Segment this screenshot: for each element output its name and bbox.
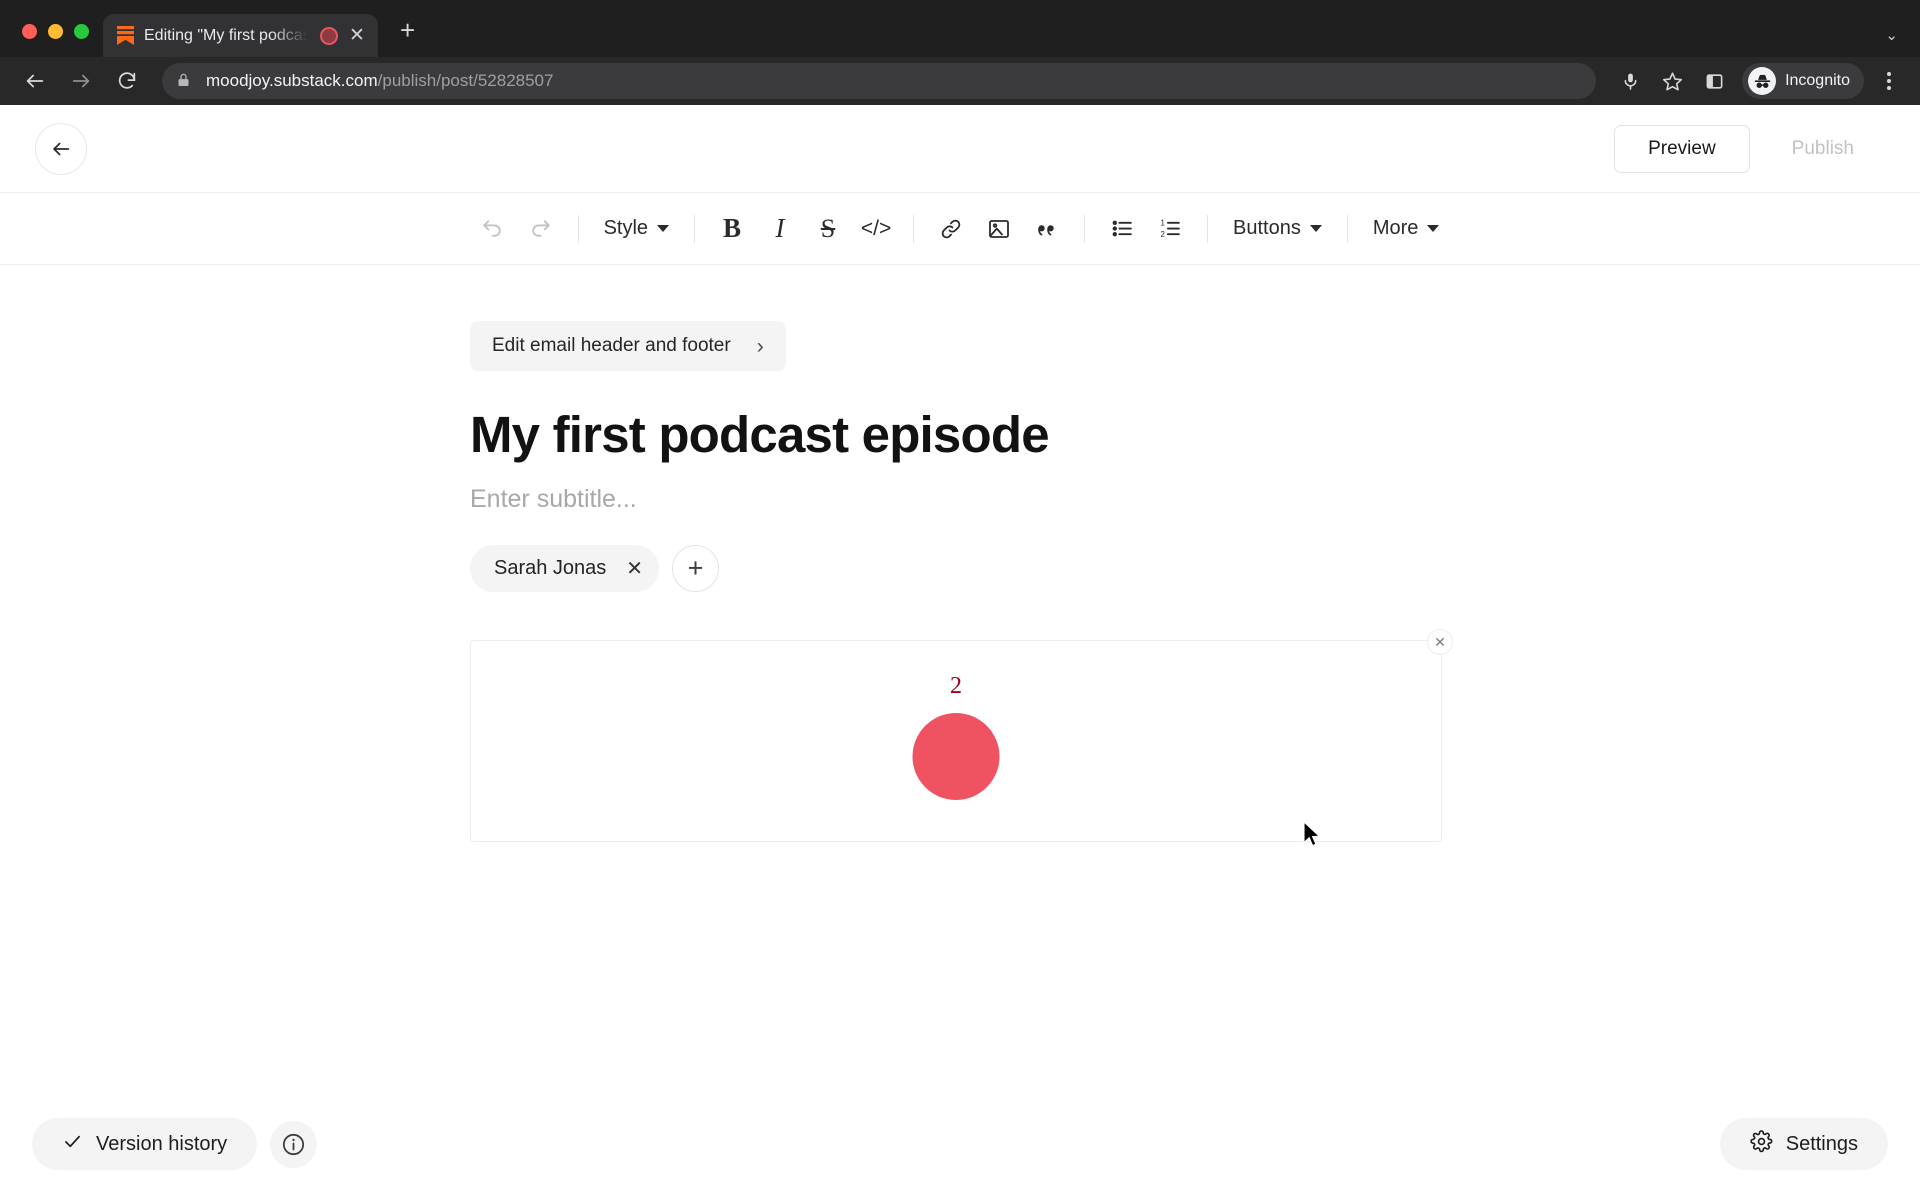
browser-reload-button[interactable] (106, 60, 148, 102)
buttons-dropdown-label: Buttons (1233, 217, 1301, 239)
close-window-button[interactable] (22, 24, 37, 39)
settings-label: Settings (1785, 1132, 1858, 1155)
chevron-down-icon (1427, 225, 1440, 232)
format-toolbar: Style B I S </> 1 2 Buttons More (0, 192, 1920, 265)
microphone-icon[interactable] (1610, 61, 1650, 101)
italic-label: I (775, 213, 785, 243)
chevron-down-icon[interactable]: ⌄ (1885, 26, 1898, 44)
recording-dot-icon[interactable] (320, 26, 338, 45)
version-history-button[interactable]: Version history (32, 1118, 258, 1170)
toolbar-divider (694, 214, 696, 243)
header-actions: Preview Publish (1614, 124, 1888, 173)
toolbar-divider (577, 214, 579, 243)
incognito-profile-button[interactable]: Incognito (1742, 63, 1864, 99)
author-chip[interactable]: Sarah Jonas ✕ (470, 545, 660, 593)
browser-tab[interactable]: Editing "My first podcast e ✕ (103, 14, 378, 57)
three-dot-menu-icon[interactable] (1872, 72, 1906, 90)
info-circle-icon[interactable] (270, 1120, 318, 1168)
browser-tab-strip: Editing "My first podcast e ✕ + ⌄ (0, 0, 1920, 57)
style-dropdown-label: Style (603, 217, 649, 239)
side-panel-icon[interactable] (1694, 61, 1734, 101)
author-list: Sarah Jonas ✕ + (470, 545, 1450, 593)
check-icon (62, 1131, 83, 1158)
preview-button[interactable]: Preview (1614, 124, 1750, 173)
browser-forward-button[interactable] (60, 60, 102, 102)
more-dropdown[interactable]: More (1361, 207, 1452, 251)
code-label: </> (860, 216, 892, 240)
redo-icon[interactable] (517, 205, 565, 253)
substack-editor-page: Preview Publish Style B I S </> 1 2 Butt… (0, 105, 1920, 1200)
address-bar[interactable]: moodjoy.substack.com/publish/post/528285… (162, 63, 1597, 99)
incognito-avatar-icon (1748, 67, 1777, 95)
arrow-left-icon[interactable] (35, 122, 87, 175)
svg-text:1: 1 (1160, 218, 1164, 227)
bold-button[interactable]: B (708, 205, 756, 253)
buttons-dropdown[interactable]: Buttons (1221, 207, 1334, 251)
toolbar-divider (1084, 214, 1086, 243)
author-name: Sarah Jonas (494, 557, 607, 580)
new-tab-button[interactable]: + (400, 17, 415, 43)
numbered-list-icon[interactable]: 12 (1146, 205, 1194, 253)
edit-email-header-footer-button[interactable]: Edit email header and footer › (470, 321, 786, 371)
browser-back-button[interactable] (14, 60, 56, 102)
url-path: /publish/post/52828507 (377, 71, 554, 90)
edit-email-header-footer-label: Edit email header and footer (492, 335, 731, 356)
style-dropdown[interactable]: Style (592, 207, 681, 251)
chevron-down-icon (657, 225, 670, 232)
blockquote-icon[interactable] (1023, 205, 1071, 253)
footer-right-actions: Settings (1719, 1118, 1888, 1170)
remove-author-icon[interactable]: ✕ (626, 559, 643, 579)
bulleted-list-icon[interactable] (1098, 205, 1146, 253)
url-domain: moodjoy.substack.com (206, 71, 378, 90)
tab-title: Editing "My first podcast e (144, 26, 311, 44)
strikethrough-button[interactable]: S (804, 205, 852, 253)
embed-number-label: 2 (950, 673, 962, 700)
settings-button[interactable]: Settings (1719, 1118, 1888, 1170)
window-traffic-lights (14, 24, 103, 57)
more-dropdown-label: More (1372, 217, 1419, 239)
embed-block-wrapper: ✕ 2 (470, 629, 1453, 843)
undo-icon[interactable] (469, 205, 517, 253)
image-icon[interactable] (975, 205, 1023, 253)
gear-icon (1750, 1129, 1773, 1159)
embed-block[interactable]: 2 (470, 640, 1442, 843)
lock-icon (176, 72, 194, 90)
browser-toolbar: moodjoy.substack.com/publish/post/528285… (0, 57, 1920, 105)
link-icon[interactable] (927, 205, 975, 253)
toolbar-divider (913, 214, 915, 243)
browser-toolbar-actions: Incognito (1610, 61, 1906, 101)
code-button[interactable]: </> (852, 205, 900, 253)
substack-bookmark-icon (116, 25, 135, 46)
svg-text:2: 2 (1160, 230, 1164, 239)
bookmark-star-icon[interactable] (1652, 61, 1692, 101)
embed-circle-graphic (912, 713, 1000, 801)
strikethrough-label: S (820, 213, 836, 243)
post-subtitle-input[interactable]: Enter subtitle... (470, 485, 1450, 514)
editor-header: Preview Publish (0, 105, 1920, 192)
minimize-window-button[interactable] (48, 24, 63, 39)
version-history-label: Version history (96, 1132, 228, 1155)
add-author-button[interactable]: + (672, 545, 720, 593)
italic-button[interactable]: I (756, 205, 804, 253)
embed-close-button[interactable]: ✕ (1427, 629, 1453, 656)
chevron-right-icon: › (756, 334, 764, 358)
url-text: moodjoy.substack.com/publish/post/528285… (206, 71, 553, 91)
editor-footer: Version history Settings (0, 1088, 1920, 1200)
embed-content: 2 (912, 641, 1000, 801)
maximize-window-button[interactable] (74, 24, 89, 39)
publish-button[interactable]: Publish (1758, 125, 1888, 173)
toolbar-divider (1346, 214, 1348, 243)
incognito-label: Incognito (1785, 72, 1850, 89)
browser-window: Editing "My first podcast e ✕ + ⌄ moodjo… (0, 0, 1920, 1200)
editor-canvas: Edit email header and footer › My first … (0, 265, 1920, 1200)
post-document: Edit email header and footer › My first … (470, 265, 1453, 843)
chevron-down-icon (1309, 225, 1322, 232)
bold-label: B (723, 213, 742, 243)
tab-close-button[interactable]: ✕ (347, 26, 367, 45)
toolbar-divider (1207, 214, 1209, 243)
post-title-input[interactable]: My first podcast episode (470, 406, 1450, 463)
